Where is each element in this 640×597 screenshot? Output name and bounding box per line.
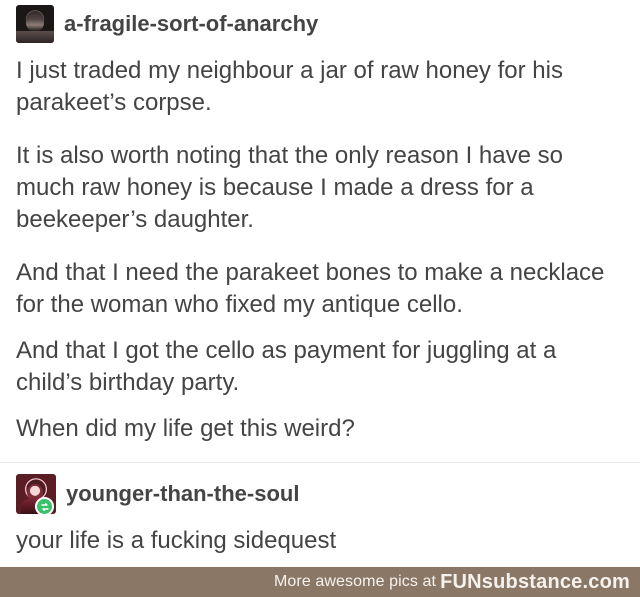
post-paragraph-2: It is also worth noting that the only re…	[16, 142, 563, 233]
post-paragraph-1: I just traded my neighbour a jar of raw …	[16, 57, 563, 116]
footer-brand-prefix: FUN	[440, 570, 482, 593]
post-card: a-fragile-sort-of-anarchy I just traded …	[0, 0, 640, 567]
reply-author-row: younger-than-the-soul	[16, 474, 299, 514]
reply-text: your life is a fucking sidequest	[16, 527, 337, 554]
footer-brand-suffix: substance	[481, 570, 583, 593]
reply-username: younger-than-the-soul	[66, 481, 300, 506]
original-post-author-row: a-fragile-sort-of-anarchy	[16, 5, 318, 43]
post-paragraph-5: When did my life get this weird?	[16, 415, 355, 442]
footer-prefix: More awesome pics at	[274, 573, 437, 590]
watermark-footer: More awesome pics at FUNsubstance.com	[0, 567, 640, 597]
footer-brand-tld: .com	[582, 570, 630, 593]
post-paragraph-4: And that I got the cello as payment for …	[16, 337, 557, 396]
footer-brand: FUNsubstance.com	[440, 571, 630, 594]
author-username: a-fragile-sort-of-anarchy	[64, 11, 319, 36]
post-paragraph-3: And that I need the parakeet bones to ma…	[16, 259, 605, 318]
reblog-icon	[35, 497, 54, 516]
author-avatar	[16, 5, 54, 43]
reply-divider	[0, 462, 640, 463]
